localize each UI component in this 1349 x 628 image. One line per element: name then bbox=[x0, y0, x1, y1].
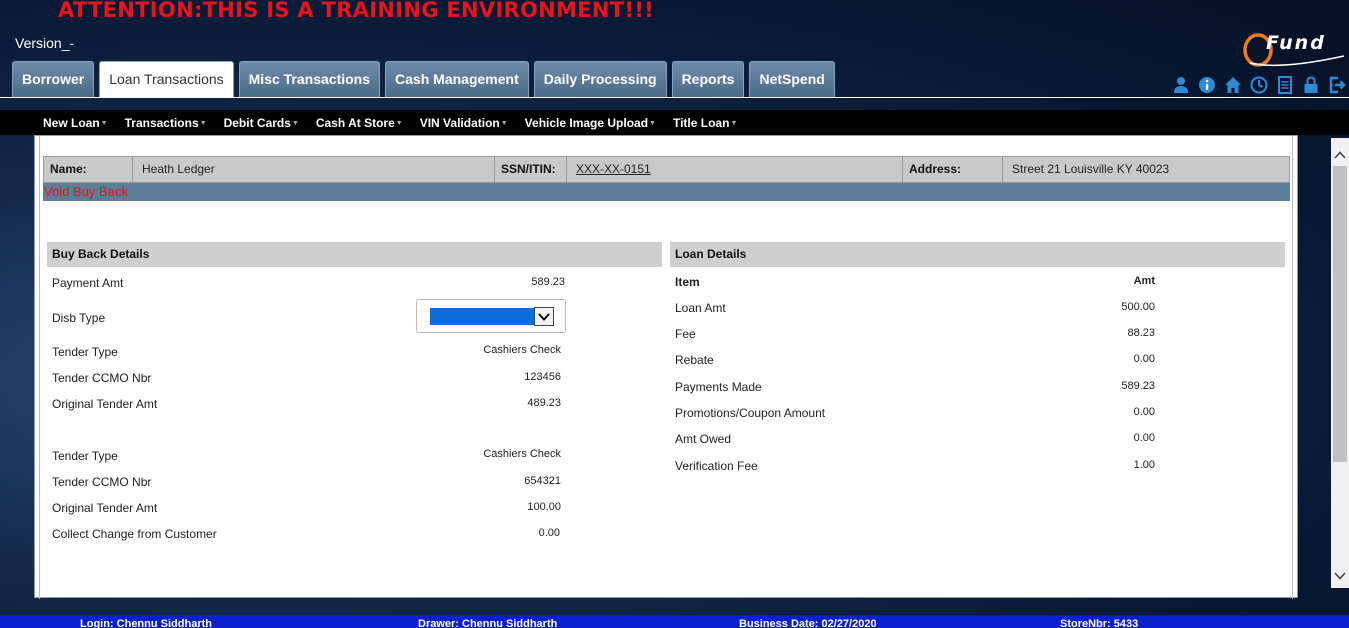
loan-amt: 500.00 bbox=[1121, 301, 1155, 313]
tab-borrower[interactable]: Borrower bbox=[12, 61, 95, 97]
tab-loan-transactions[interactable]: Loan Transactions bbox=[99, 61, 234, 97]
chevron-down-icon: ▼ bbox=[730, 119, 738, 127]
tender-ccmo-label: Tender CCMO Nbr bbox=[52, 475, 152, 489]
logout-icon[interactable] bbox=[1327, 75, 1347, 95]
tender-type-label: Tender Type bbox=[52, 345, 118, 359]
page-title: Void Buy Back bbox=[43, 183, 1290, 201]
name-label: Name: bbox=[44, 157, 133, 182]
footer-drawer: Drawer: Chennu Siddharth bbox=[418, 618, 558, 628]
chevron-down-icon: ▼ bbox=[395, 119, 403, 127]
content-frame bbox=[39, 136, 1293, 599]
subnav-cash-at-store[interactable]: Cash At Store▼ bbox=[316, 116, 403, 130]
loan-item: Loan Amt bbox=[675, 301, 726, 315]
chevron-down-icon: ▼ bbox=[199, 119, 207, 127]
original-tender-amt-label: Original Tender Amt bbox=[52, 501, 158, 515]
tender-ccmo-value: 654321 bbox=[524, 475, 561, 487]
home-icon[interactable] bbox=[1223, 75, 1243, 95]
disb-type-select[interactable] bbox=[416, 299, 566, 333]
tab-cash-management[interactable]: Cash Management bbox=[385, 61, 529, 97]
version-label: Version_- bbox=[15, 35, 75, 51]
tab-daily-processing[interactable]: Daily Processing bbox=[533, 61, 667, 97]
customer-name: Heath Ledger bbox=[133, 157, 495, 182]
loan-item: Fee bbox=[675, 327, 696, 341]
payment-amt-value: 589.23 bbox=[531, 276, 565, 288]
subnav-label: Title Loan bbox=[672, 115, 730, 130]
loan-item: Rebate bbox=[675, 353, 714, 367]
collect-change-value: 0.00 bbox=[538, 527, 560, 539]
subnav-new-loan[interactable]: New Loan▼ bbox=[43, 116, 108, 130]
scroll-down-icon[interactable] bbox=[1331, 567, 1349, 585]
subnav-label: New Loan bbox=[43, 115, 100, 130]
clock-icon[interactable] bbox=[1249, 75, 1269, 95]
footer-business-date: Business Date: 02/27/2020 bbox=[739, 618, 877, 628]
tender-type-value: Cashiers Check bbox=[483, 344, 561, 356]
loan-item: Verification Fee bbox=[675, 459, 758, 473]
disb-type-label: Disb Type bbox=[52, 311, 106, 325]
training-banner: ATTENTION:THIS IS A TRAINING ENVIRONMENT… bbox=[58, 0, 655, 22]
tab-netspend[interactable]: NetSpend bbox=[749, 61, 835, 97]
chevron-down-icon[interactable] bbox=[534, 307, 554, 326]
subnav-label: Debit Cards bbox=[223, 115, 291, 130]
footer-store: StoreNbr: 5433 bbox=[1060, 618, 1139, 628]
subnav-vin-validation[interactable]: VIN Validation▼ bbox=[420, 116, 508, 130]
chevron-down-icon: ▼ bbox=[291, 119, 299, 127]
user-icon[interactable] bbox=[1171, 75, 1191, 95]
toolbar-icons bbox=[1171, 75, 1347, 95]
scrollbar-thumb[interactable] bbox=[1333, 166, 1347, 462]
chevron-down-icon: ▼ bbox=[500, 119, 508, 127]
logo-text: Fund bbox=[1266, 32, 1326, 54]
loan-details-header: Loan Details bbox=[670, 242, 1285, 267]
loan-item: Promotions/Coupon Amount bbox=[675, 406, 826, 420]
subnav-label: Vehicle Image Upload bbox=[524, 115, 649, 130]
chevron-down-icon: ▼ bbox=[100, 119, 108, 127]
loan-amt: 0.00 bbox=[1133, 353, 1155, 365]
customer-info-bar: Name: Heath Ledger SSN/ITIN: XXX-XX-0151… bbox=[43, 156, 1290, 183]
subnav-label: Cash At Store bbox=[315, 115, 395, 130]
tab-reports[interactable]: Reports bbox=[671, 61, 745, 97]
info-icon[interactable] bbox=[1197, 75, 1217, 95]
tender-type-value: Cashiers Check bbox=[483, 448, 561, 460]
main-content: Name: Heath Ledger SSN/ITIN: XXX-XX-0151… bbox=[34, 135, 1298, 599]
collect-change-label: Collect Change from Customer bbox=[52, 527, 217, 541]
loan-amt: 88.23 bbox=[1127, 327, 1155, 339]
disb-type-selected-value bbox=[430, 308, 534, 325]
footer-login: Login: Chennu Siddharth bbox=[80, 618, 212, 628]
sub-navigation: New Loan▼ Transactions▼ Debit Cards▼ Cas… bbox=[0, 110, 1349, 135]
loan-amt: 589.23 bbox=[1121, 380, 1155, 392]
scroll-up-icon[interactable] bbox=[1331, 146, 1349, 164]
chevron-down-icon: ▼ bbox=[649, 119, 656, 127]
tender-ccmo-label: Tender CCMO Nbr bbox=[52, 371, 152, 385]
tender-type-label: Tender Type bbox=[52, 449, 118, 463]
status-footer: Login: Chennu Siddharth Drawer: Chennu S… bbox=[0, 615, 1349, 628]
original-tender-amt-label: Original Tender Amt bbox=[52, 397, 158, 411]
loan-amt: 0.00 bbox=[1133, 406, 1155, 418]
document-icon[interactable] bbox=[1275, 75, 1295, 95]
tab-underline bbox=[0, 97, 1349, 98]
loan-col-amt: Amt bbox=[1133, 275, 1155, 287]
subnav-label: Transactions bbox=[124, 115, 199, 130]
payment-amt-label: Payment Amt bbox=[52, 276, 124, 290]
subnav-vehicle-image-upload[interactable]: Vehicle Image Upload▼ bbox=[525, 116, 656, 130]
address-label: Address: bbox=[903, 157, 1003, 182]
qfund-logo: Fund bbox=[1240, 30, 1346, 72]
loan-amt: 1.00 bbox=[1133, 459, 1155, 471]
loan-item: Amt Owed bbox=[675, 432, 732, 446]
tab-misc-transactions[interactable]: Misc Transactions bbox=[238, 61, 381, 97]
subnav-title-loan[interactable]: Title Loan▼ bbox=[673, 116, 737, 130]
customer-ssn[interactable]: XXX-XX-0151 bbox=[567, 157, 903, 182]
original-tender-amt-value: 489.23 bbox=[527, 397, 561, 409]
customer-address: Street 21 Louisville KY 40023 bbox=[1012, 162, 1170, 176]
ssn-label: SSN/ITIN: bbox=[495, 157, 567, 182]
lock-icon[interactable] bbox=[1301, 75, 1321, 95]
subnav-label: VIN Validation bbox=[419, 115, 500, 130]
loan-col-item: Item bbox=[675, 275, 700, 289]
tender-ccmo-value: 123456 bbox=[524, 371, 561, 383]
main-tabs: Borrower Loan Transactions Misc Transact… bbox=[12, 61, 835, 97]
buy-back-header: Buy Back Details bbox=[47, 242, 662, 267]
loan-amt: 0.00 bbox=[1133, 432, 1155, 444]
original-tender-amt-value: 100.00 bbox=[527, 501, 561, 513]
subnav-transactions[interactable]: Transactions▼ bbox=[125, 116, 207, 130]
subnav-debit-cards[interactable]: Debit Cards▼ bbox=[224, 116, 299, 130]
loan-item: Payments Made bbox=[675, 380, 762, 394]
